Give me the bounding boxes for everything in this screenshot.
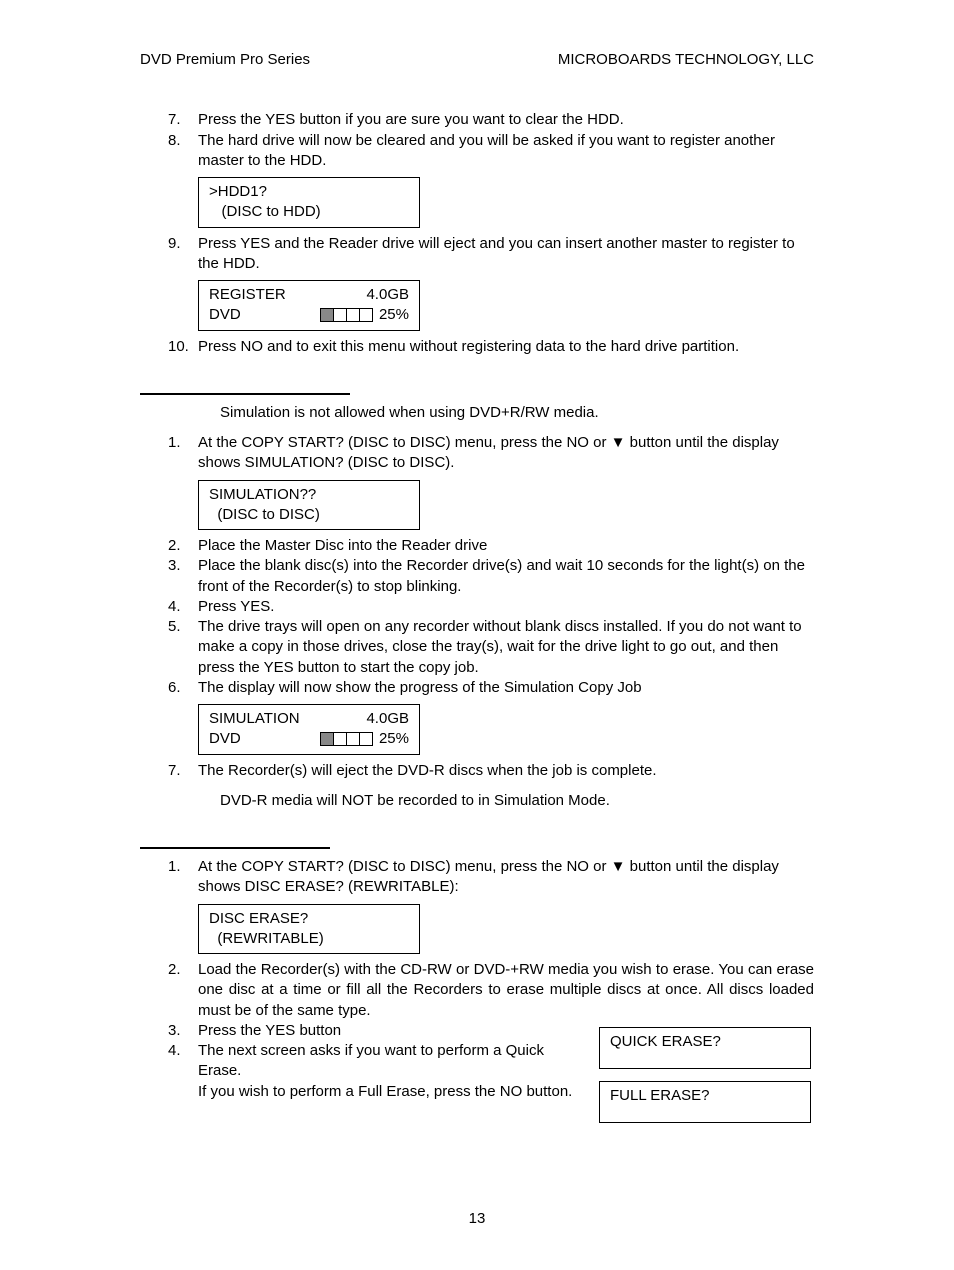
item-text: The display will now show the progress o… bbox=[198, 678, 814, 698]
lcd-label: DVD bbox=[209, 729, 241, 749]
lcd-display: DISC ERASE? (REWRITABLE) bbox=[198, 904, 420, 955]
item-number: 1. bbox=[168, 857, 198, 898]
lcd-line: DISC ERASE? bbox=[209, 909, 409, 929]
list-item: 1. At the COPY START? (DISC to DISC) men… bbox=[168, 857, 814, 898]
item-number: 5. bbox=[168, 617, 198, 678]
progress-wrap: 25% bbox=[320, 305, 409, 325]
item-text: Place the blank disc(s) into the Recorde… bbox=[198, 556, 814, 597]
side-lcd-group: QUICK ERASE? FULL ERASE? bbox=[599, 1021, 814, 1130]
lcd-line: QUICK ERASE? bbox=[610, 1033, 721, 1050]
list-item: 4. The next screen asks if you want to p… bbox=[168, 1041, 587, 1102]
header-right: MICROBOARDS TECHNOLOGY, LLC bbox=[558, 50, 814, 70]
lcd-line: FULL ERASE? bbox=[610, 1087, 710, 1104]
page-number: 13 bbox=[140, 1209, 814, 1229]
list-item: 3. Press the YES button bbox=[168, 1021, 587, 1041]
lcd-line: (DISC to HDD) bbox=[209, 202, 409, 222]
list-item: 5. The drive trays will open on any reco… bbox=[168, 617, 814, 678]
item-text: The Recorder(s) will eject the DVD-R dis… bbox=[198, 761, 814, 781]
item-number: 4. bbox=[168, 1041, 198, 1102]
page-header: DVD Premium Pro Series MICROBOARDS TECHN… bbox=[140, 50, 814, 70]
list-item: 6. The display will now show the progres… bbox=[168, 678, 814, 698]
lcd-line: >HDD1? bbox=[209, 182, 409, 202]
list-item: 4. Press YES. bbox=[168, 597, 814, 617]
item-number: 8. bbox=[168, 131, 198, 172]
progress-wrap: 25% bbox=[320, 729, 409, 749]
item-number: 7. bbox=[168, 110, 198, 130]
lcd-line: SIMULATION?? bbox=[209, 485, 409, 505]
item-number: 4. bbox=[168, 597, 198, 617]
item-text: Press the YES button if you are sure you… bbox=[198, 110, 814, 130]
list-item: 2. Place the Master Disc into the Reader… bbox=[168, 536, 814, 556]
item-number: 7. bbox=[168, 761, 198, 781]
section-rule bbox=[140, 847, 330, 849]
item-text: Press YES and the Reader drive will ejec… bbox=[198, 234, 814, 275]
item-number: 9. bbox=[168, 234, 198, 275]
item-text: Press the YES button bbox=[198, 1021, 587, 1041]
list-item: 2. Load the Recorder(s) with the CD-RW o… bbox=[168, 960, 814, 1021]
list-item: 1. At the COPY START? (DISC to DISC) men… bbox=[168, 433, 814, 474]
lcd-display: SIMULATION 4.0GB DVD 25% bbox=[198, 704, 420, 755]
item-text: The drive trays will open on any recorde… bbox=[198, 617, 814, 678]
item-number: 3. bbox=[168, 556, 198, 597]
lcd-display: >HDD1? (DISC to HDD) bbox=[198, 177, 420, 228]
lcd-label: DVD bbox=[209, 305, 241, 325]
section-rule bbox=[140, 393, 350, 395]
list-item: 10. Press NO and to exit this menu witho… bbox=[168, 337, 814, 357]
lcd-value: 4.0GB bbox=[366, 285, 409, 305]
progress-bar bbox=[320, 732, 373, 746]
note-text: Simulation is not allowed when using DVD… bbox=[220, 403, 814, 423]
progress-percent: 25% bbox=[379, 729, 409, 749]
item-text-line: If you wish to perform a Full Erase, pre… bbox=[198, 1083, 572, 1100]
lcd-label: SIMULATION bbox=[209, 709, 300, 729]
item-number: 3. bbox=[168, 1021, 198, 1041]
list-item: 7. Press the YES button if you are sure … bbox=[168, 110, 814, 130]
note-text: DVD-R media will NOT be recorded to in S… bbox=[220, 791, 814, 811]
list-item: 9. Press YES and the Reader drive will e… bbox=[168, 234, 814, 275]
lcd-display: SIMULATION?? (DISC to DISC) bbox=[198, 480, 420, 531]
progress-percent: 25% bbox=[379, 305, 409, 325]
lcd-display: FULL ERASE? bbox=[599, 1081, 811, 1123]
lcd-display: REGISTER 4.0GB DVD 25% bbox=[198, 280, 420, 331]
item-text: Load the Recorder(s) with the CD-RW or D… bbox=[198, 960, 814, 1021]
item-text-line: The next screen asks if you want to perf… bbox=[198, 1042, 544, 1079]
list-item: 8. The hard drive will now be cleared an… bbox=[168, 131, 814, 172]
list-item: 3. Place the blank disc(s) into the Reco… bbox=[168, 556, 814, 597]
item-text: At the COPY START? (DISC to DISC) menu, … bbox=[198, 433, 814, 474]
item-text: Place the Master Disc into the Reader dr… bbox=[198, 536, 814, 556]
item-text: At the COPY START? (DISC to DISC) menu, … bbox=[198, 857, 814, 898]
item-text: Press NO and to exit this menu without r… bbox=[198, 337, 814, 357]
header-left: DVD Premium Pro Series bbox=[140, 50, 310, 70]
lcd-line: (DISC to DISC) bbox=[209, 505, 409, 525]
lcd-display: QUICK ERASE? bbox=[599, 1027, 811, 1069]
item-number: 1. bbox=[168, 433, 198, 474]
item-number: 6. bbox=[168, 678, 198, 698]
item-text: The next screen asks if you want to perf… bbox=[198, 1041, 587, 1102]
lcd-line: (REWRITABLE) bbox=[209, 929, 409, 949]
lcd-label: REGISTER bbox=[209, 285, 286, 305]
item-number: 2. bbox=[168, 536, 198, 556]
lcd-value: 4.0GB bbox=[366, 709, 409, 729]
item-number: 10. bbox=[168, 337, 198, 357]
progress-bar bbox=[320, 308, 373, 322]
item-text: Press YES. bbox=[198, 597, 814, 617]
item-text: The hard drive will now be cleared and y… bbox=[198, 131, 814, 172]
item-number: 2. bbox=[168, 960, 198, 1021]
list-item: 7. The Recorder(s) will eject the DVD-R … bbox=[168, 761, 814, 781]
